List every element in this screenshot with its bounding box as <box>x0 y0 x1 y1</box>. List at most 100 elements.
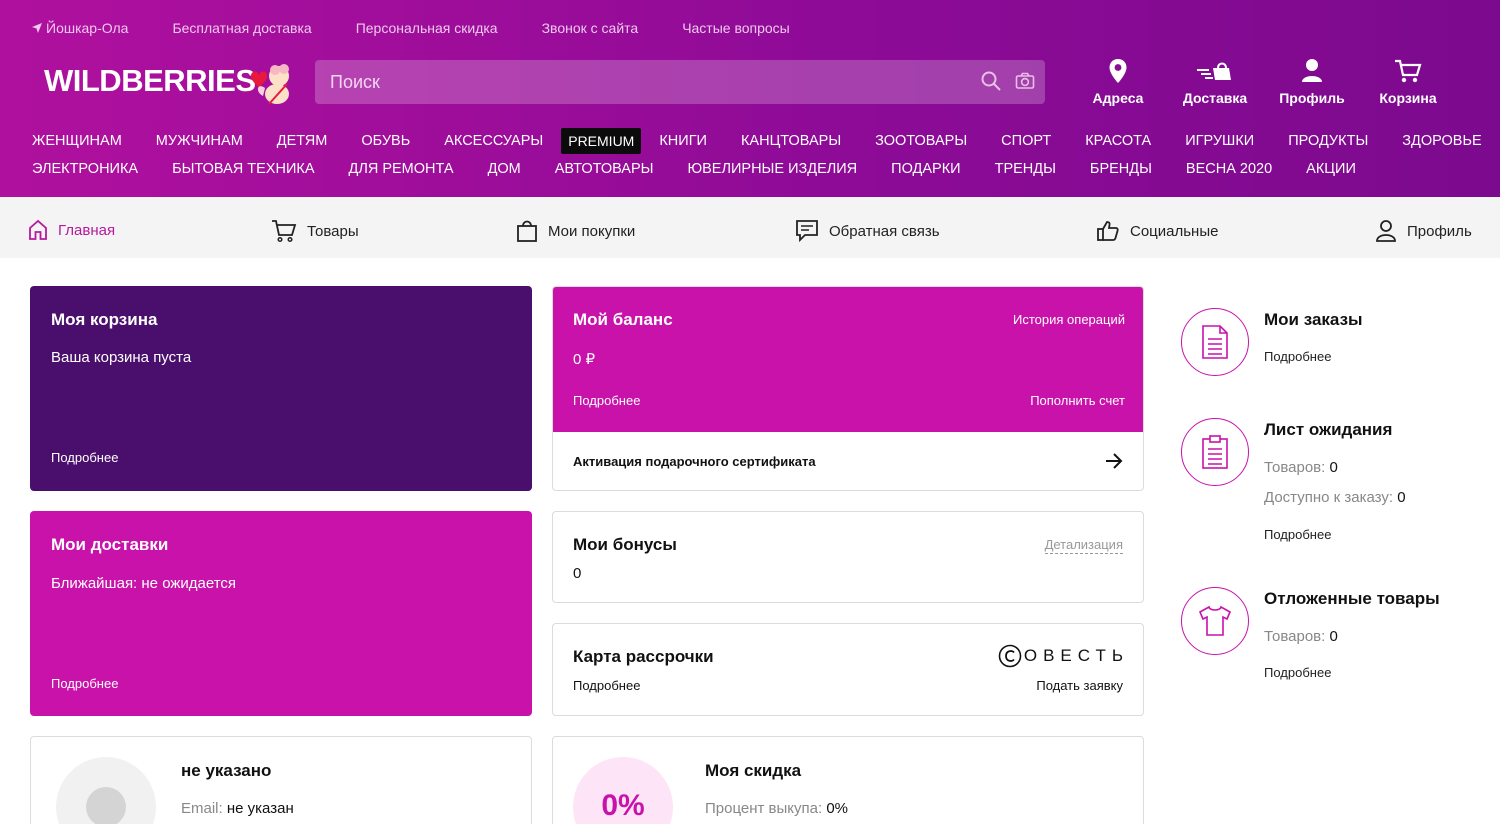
category-kids[interactable]: ДЕТЯМ <box>277 133 328 149</box>
category-beauty[interactable]: КРАСОТА <box>1085 133 1151 149</box>
category-promotions[interactable]: АКЦИИ <box>1306 161 1356 177</box>
waitlist-more-link[interactable]: Подробнее <box>1264 527 1331 542</box>
bonuses-title: Мои бонусы <box>573 535 677 554</box>
account-nav: Главная Товары Мои покупки Обратная связ… <box>0 197 1500 258</box>
cart-card[interactable]: Моя корзина Ваша корзина пуста Подробнее <box>30 286 532 491</box>
discount-percent: 0% <box>601 789 645 822</box>
cart-button[interactable]: Корзина <box>1360 58 1456 106</box>
category-brands[interactable]: БРЕНДЫ <box>1090 161 1152 177</box>
balance-title: Мой баланс <box>573 310 673 329</box>
personal-discount-link[interactable]: Персональная скидка <box>356 20 498 36</box>
category-men[interactable]: МУЖЧИНАМ <box>156 133 243 149</box>
bonuses-card[interactable]: Мои бонусы Детализация 0 <box>552 511 1144 603</box>
deliveries-card[interactable]: Мои доставки Ближайшая: не ожидается Под… <box>30 511 532 716</box>
camera-icon[interactable] <box>1015 71 1035 91</box>
category-trends[interactable]: ТРЕНДЫ <box>995 161 1056 177</box>
category-spring-2020[interactable]: ВЕСНА 2020 <box>1186 161 1272 177</box>
category-sport[interactable]: СПОРТ <box>1001 133 1051 149</box>
user-icon <box>1302 59 1322 82</box>
bonuses-details-link[interactable]: Детализация <box>1044 537 1123 554</box>
category-appliances[interactable]: БЫТОВАЯ ТЕХНИКА <box>172 161 314 177</box>
balance-panel[interactable]: Мой баланс История операций 0 ₽ Подробне… <box>553 287 1143 432</box>
profile-label: Профиль <box>1279 90 1345 106</box>
top-up-link[interactable]: Пополнить счет <box>1030 393 1125 408</box>
category-jewelry[interactable]: ЮВЕЛИРНЫЕ ИЗДЕЛИЯ <box>687 161 857 177</box>
category-home[interactable]: ДОМ <box>488 161 521 177</box>
category-shoes[interactable]: ОБУВЬ <box>361 133 410 149</box>
category-gifts[interactable]: ПОДАРКИ <box>891 161 960 177</box>
cart-icon <box>272 220 297 243</box>
postponed-goods-value: 0 <box>1329 628 1338 645</box>
search-icon[interactable] <box>981 71 1001 91</box>
category-health[interactable]: ЗДОРОВЬЕ <box>1402 133 1481 149</box>
cart-more-link[interactable]: Подробнее <box>51 450 118 465</box>
site-header: Йошкар-Ола Бесплатная доставка Персональ… <box>0 0 1500 197</box>
addresses-label: Адреса <box>1092 90 1144 106</box>
delivery-label: Доставка <box>1182 90 1248 106</box>
nav-goods-label: Товары <box>307 222 359 240</box>
location-link[interactable]: Йошкар-Ола <box>32 20 128 36</box>
profile-card[interactable]: не указано Email: не указан <box>30 736 532 824</box>
deliveries-status: Ближайшая: не ожидается <box>51 575 237 592</box>
profile-button[interactable]: Профиль <box>1266 58 1358 106</box>
gift-certificate-row[interactable]: Активация подарочного сертификата <box>553 432 1143 490</box>
tshirt-icon <box>1198 605 1232 636</box>
location-arrow-icon <box>32 23 42 33</box>
installment-card[interactable]: Карта рассрочки ОВЕСТЬ Подробнее Подать … <box>552 623 1144 716</box>
balance-card: Мой баланс История операций 0 ₽ Подробне… <box>552 286 1144 491</box>
wildberries-logo[interactable]: WILDBERRIES <box>40 58 292 108</box>
installment-more-link[interactable]: Подробнее <box>573 678 640 693</box>
search-input[interactable]: Поиск <box>330 72 380 93</box>
sovest-logo: ОВЕСТЬ <box>998 644 1123 668</box>
category-repair[interactable]: ДЛЯ РЕМОНТА <box>349 161 454 177</box>
category-electronics[interactable]: ЭЛЕКТРОНИКА <box>32 161 138 177</box>
orders-more-link[interactable]: Подробнее <box>1264 349 1331 364</box>
nav-feedback-label: Обратная связь <box>829 222 940 240</box>
balance-more-link[interactable]: Подробнее <box>573 393 640 408</box>
buyout-label: Процент выкупа: <box>705 800 823 817</box>
operation-history-link[interactable]: История операций <box>1013 312 1125 327</box>
category-books[interactable]: КНИГИ <box>659 133 707 149</box>
cart-status: Ваша корзина пуста <box>51 349 192 366</box>
gift-certificate-label: Активация подарочного сертификата <box>573 454 816 469</box>
category-pet-goods[interactable]: ЗООТОВАРЫ <box>875 133 967 149</box>
search-bar[interactable]: Поиск <box>315 60 1045 104</box>
installment-apply-link[interactable]: Подать заявку <box>1036 678 1123 693</box>
category-stationery[interactable]: КАНЦТОВАРЫ <box>741 133 841 149</box>
balance-amount: 0 ₽ <box>573 351 596 368</box>
nav-social-label: Социальные <box>1130 222 1219 240</box>
category-accessories[interactable]: АКСЕССУАРЫ <box>444 133 543 149</box>
postponed-title: Отложенные товары <box>1264 589 1440 608</box>
category-auto[interactable]: АВТОТОВАРЫ <box>555 161 654 177</box>
faq-link[interactable]: Частые вопросы <box>682 20 790 36</box>
thumbs-up-icon <box>1097 221 1119 241</box>
waitlist-goods-value: 0 <box>1329 459 1338 476</box>
category-women[interactable]: ЖЕНЩИНАМ <box>32 133 122 149</box>
bag-icon <box>517 220 537 242</box>
discount-card[interactable]: 0% Моя скидка Процент выкупа: 0% <box>552 736 1144 824</box>
logo-text: WILDBERRIES <box>44 63 256 98</box>
category-toys[interactable]: ИГРУШКИ <box>1185 133 1254 149</box>
callback-link[interactable]: Звонок с сайта <box>542 20 639 36</box>
nav-social[interactable]: Социальные <box>1096 219 1218 243</box>
map-pin-icon <box>1109 59 1127 83</box>
nav-profile[interactable]: Профиль <box>1375 219 1472 243</box>
waitlist-available-row: Доступно к заказу: 0 <box>1264 489 1406 506</box>
category-premium[interactable]: PREMIUM <box>561 128 642 154</box>
nav-purchases[interactable]: Мои покупки <box>516 219 635 243</box>
nav-goods[interactable]: Товары <box>271 219 359 243</box>
delivery-button[interactable]: Доставка <box>1166 58 1264 106</box>
discount-circle: 0% <box>573 757 673 824</box>
profile-name: не указано <box>181 761 272 780</box>
nav-feedback[interactable]: Обратная связь <box>795 219 940 243</box>
nav-home[interactable]: Главная <box>28 219 115 241</box>
deliveries-title: Мои доставки <box>51 535 169 554</box>
postponed-more-link[interactable]: Подробнее <box>1264 665 1331 680</box>
cart-title: Моя корзина <box>51 310 158 329</box>
avatar[interactable] <box>56 757 156 824</box>
category-food[interactable]: ПРОДУКТЫ <box>1288 133 1368 149</box>
addresses-button[interactable]: Адреса <box>1072 58 1164 106</box>
free-delivery-link[interactable]: Бесплатная доставка <box>172 20 311 36</box>
buyout-row: Процент выкупа: 0% <box>705 800 848 817</box>
deliveries-more-link[interactable]: Подробнее <box>51 676 118 691</box>
